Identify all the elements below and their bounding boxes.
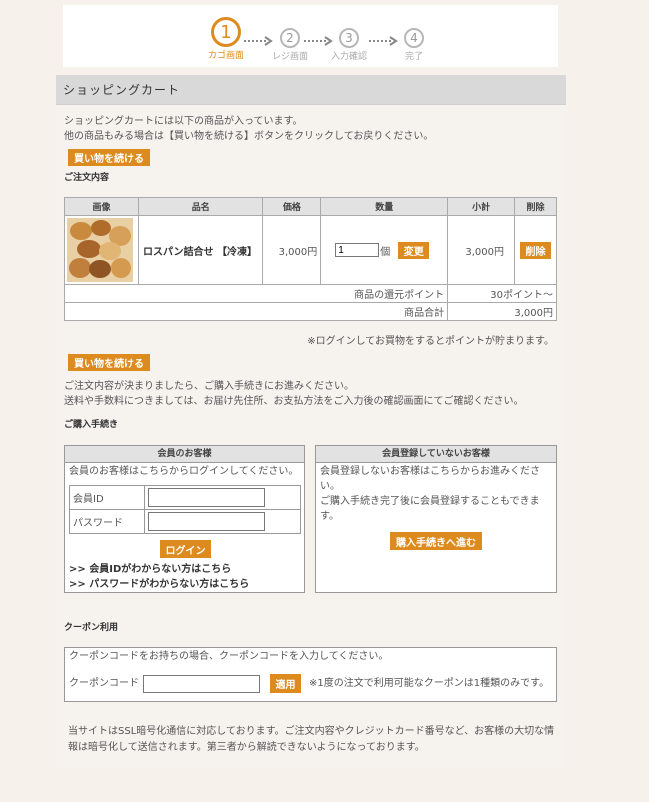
coupon-heading: クーポン利用 bbox=[64, 623, 119, 633]
member-login-box: 会員のお客様 会員のお客様はこちらからログインしてください。 会員ID パスワー… bbox=[64, 445, 305, 593]
points-row: 商品の還元ポイント 30ポイント～ bbox=[63, 284, 557, 303]
step-number-1: 1 bbox=[211, 17, 241, 47]
continue-shopping-button-2[interactable]: 買い物を続ける bbox=[68, 354, 150, 371]
subtotal-text: 3,000円 bbox=[465, 246, 505, 258]
checkout-progress: 1 カゴ画面 2 レジ画面 3 入力確認 4 完了 bbox=[63, 5, 558, 67]
password-row: パスワード bbox=[69, 509, 301, 534]
member-box-title: 会員のお客様 bbox=[65, 446, 304, 463]
quantity-input[interactable] bbox=[335, 243, 380, 257]
step-number-3: 3 bbox=[339, 28, 359, 48]
price-text: 3,000円 bbox=[278, 246, 318, 258]
intro-text-2: 他の商品もみる場合は【買い物を続ける】ボタンをクリックしてお戻りください。 bbox=[64, 131, 434, 142]
ssl-note-1: 当サイトはSSL暗号化通信に対応しております。ご注文内容やクレジットカード番号な… bbox=[68, 726, 555, 737]
password-label: パスワード bbox=[69, 509, 145, 534]
login-form: 会員ID パスワード bbox=[69, 485, 301, 534]
member-id-row: 会員ID bbox=[69, 485, 301, 510]
quantity-unit: 個 bbox=[380, 246, 391, 258]
guest-box-title: 会員登録していないお客様 bbox=[316, 446, 556, 463]
delete-item-button[interactable]: 削除 bbox=[520, 241, 551, 259]
guest-desc-2: い。 bbox=[320, 481, 340, 492]
member-id-input[interactable] bbox=[148, 488, 265, 507]
forgot-member-id-link[interactable]: >> 会員IDがわからない方はこちら bbox=[69, 562, 231, 577]
step-number-2: 2 bbox=[280, 28, 300, 48]
step-confirm: 3 入力確認 bbox=[329, 28, 369, 62]
total-value: 3,000円 bbox=[447, 302, 557, 321]
coupon-box: クーポンコードをお持ちの場合、クーポンコードを入力してください。 クーポンコード… bbox=[64, 647, 557, 702]
member-id-cell bbox=[144, 485, 301, 510]
page-title: ショッピングカート bbox=[56, 75, 566, 105]
step-label: 入力確認 bbox=[330, 52, 367, 62]
product-name-text[interactable]: ロスパン詰合せ 【冷凍】 bbox=[143, 247, 257, 258]
proceed-note-2: 送料や手数料につきましては、お届け先住所、お支払方法をご入力後の確認画面にてご確… bbox=[64, 396, 524, 407]
update-quantity-button[interactable]: 変更 bbox=[398, 241, 430, 259]
cart-panel: ショッピングカート ショッピングカートには以下の商品が入っています。 他の商品も… bbox=[56, 75, 566, 767]
apply-coupon-button[interactable]: 適用 bbox=[270, 674, 301, 693]
continue-shopping-button[interactable]: 買い物を続ける bbox=[68, 149, 150, 166]
member-box-desc: 会員のお客様はこちらからログインしてください。 bbox=[69, 466, 299, 477]
step-cart: 1 カゴ画面 bbox=[206, 17, 246, 61]
guest-desc-3: ご購入手続き完了後に会員登録することもできま bbox=[320, 496, 540, 507]
cart-table: 画像 品名 価格 数量 小計 削除 ロスパン詰合せ 【冷凍】 3,000円 1 … bbox=[63, 197, 557, 321]
delete-cell: 削除 bbox=[514, 215, 557, 285]
coupon-desc: クーポンコードをお持ちの場合、クーポンコードを入力してください。 bbox=[69, 651, 389, 662]
ssl-note-2: 報は暗号化して送信されます。第三者から解読できないようになっております。 bbox=[68, 742, 425, 753]
col-image: 画像 bbox=[64, 197, 139, 216]
order-heading: ご注文内容 bbox=[64, 173, 110, 183]
password-cell bbox=[144, 509, 301, 534]
total-label: 商品合計 bbox=[63, 302, 449, 321]
coupon-code-input[interactable] bbox=[143, 675, 260, 693]
guest-desc-1: 会員登録しないお客様はこちらからお進みくださ bbox=[320, 466, 540, 477]
points-label: 商品の還元ポイント bbox=[63, 284, 449, 303]
product-image[interactable] bbox=[67, 218, 133, 282]
member-id-label: 会員ID bbox=[69, 485, 145, 510]
guest-desc-4: す。 bbox=[320, 511, 339, 522]
step-label: カゴ画面 bbox=[207, 51, 244, 61]
quantity-cell: 個 変更 bbox=[320, 215, 449, 285]
product-image-cell bbox=[64, 215, 139, 285]
proceed-note-1: ご注文内容が決まりましたら、ご購入手続きにお進みください。 bbox=[64, 381, 354, 392]
total-row: 商品合計 3,000円 bbox=[63, 302, 557, 321]
product-subtotal: 3,000円 bbox=[447, 215, 516, 285]
coupon-note: ※1度の注文で利用可能なクーポンは1種類のみです。 bbox=[309, 678, 550, 689]
coupon-label: クーポンコード bbox=[69, 678, 139, 689]
product-price: 3,000円 bbox=[262, 215, 322, 285]
step-label: レジ画面 bbox=[271, 52, 308, 62]
purchase-heading: ご購入手続き bbox=[64, 420, 119, 430]
login-points-note: ※ログインしてお買物をするとポイントが貯まります。 bbox=[307, 336, 554, 347]
guest-checkout-box: 会員登録していないお客様 会員登録しないお客様はこちらからお進みくださ い。 ご… bbox=[315, 445, 557, 593]
col-price: 価格 bbox=[262, 197, 322, 216]
step-complete: 4 完了 bbox=[394, 28, 434, 62]
col-qty: 数量 bbox=[320, 197, 449, 216]
step-number-4: 4 bbox=[404, 28, 424, 48]
col-name: 品名 bbox=[137, 197, 264, 216]
forgot-password-link[interactable]: >> パスワードがわからない方はこちら bbox=[69, 577, 249, 592]
intro-text-1: ショッピングカートには以下の商品が入っています。 bbox=[64, 116, 303, 127]
product-name[interactable]: ロスパン詰合せ 【冷凍】 bbox=[137, 215, 264, 285]
col-subtotal: 小計 bbox=[447, 197, 516, 216]
col-delete: 削除 bbox=[514, 197, 557, 216]
login-button[interactable]: ログイン bbox=[160, 540, 211, 558]
cart-header-row: 画像 品名 価格 数量 小計 削除 bbox=[64, 197, 557, 216]
password-input[interactable] bbox=[148, 512, 265, 531]
proceed-to-checkout-button[interactable]: 購入手続きへ進む bbox=[390, 532, 482, 550]
table-row: ロスパン詰合せ 【冷凍】 3,000円 個 変更 3,000円 削除 bbox=[64, 215, 557, 285]
points-value: 30ポイント～ bbox=[447, 284, 557, 303]
step-label: 完了 bbox=[404, 52, 423, 62]
